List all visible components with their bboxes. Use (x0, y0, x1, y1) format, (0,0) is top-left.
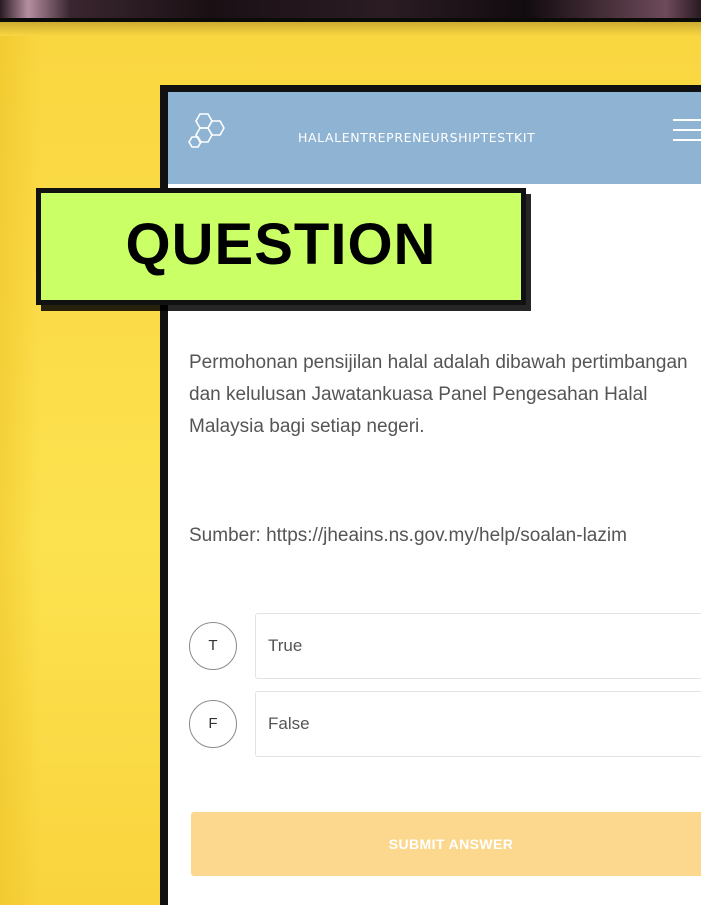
app-header: HALALENTREPRENEURSHIPTESTKIT (168, 92, 701, 184)
option-label[interactable]: False (255, 691, 701, 757)
hexagon-molecule-icon[interactable] (186, 110, 230, 154)
hamburger-menu-icon[interactable] (673, 119, 701, 143)
option-true[interactable]: T True (189, 613, 701, 679)
app-title: HALALENTREPRENEURSHIPTESTKIT (298, 130, 536, 145)
submit-answer-button[interactable]: SUBMIT ANSWER (191, 812, 701, 876)
strip-shadow (0, 22, 701, 36)
background-band (0, 36, 40, 905)
question-text: Permohonan pensijilan halal adalah dibaw… (189, 352, 688, 437)
option-badge[interactable]: T (189, 622, 237, 670)
option-badge[interactable]: F (189, 700, 237, 748)
question-source: Sumber: https://jheains.ns.gov.my/help/s… (189, 525, 627, 546)
option-false[interactable]: F False (189, 691, 701, 757)
photo-strip (0, 0, 701, 22)
slide-background: HALALENTREPRENEURSHIPTESTKIT Permohonan … (0, 0, 701, 905)
question-overlay-label: QUESTION (36, 188, 526, 305)
option-label[interactable]: True (255, 613, 701, 679)
